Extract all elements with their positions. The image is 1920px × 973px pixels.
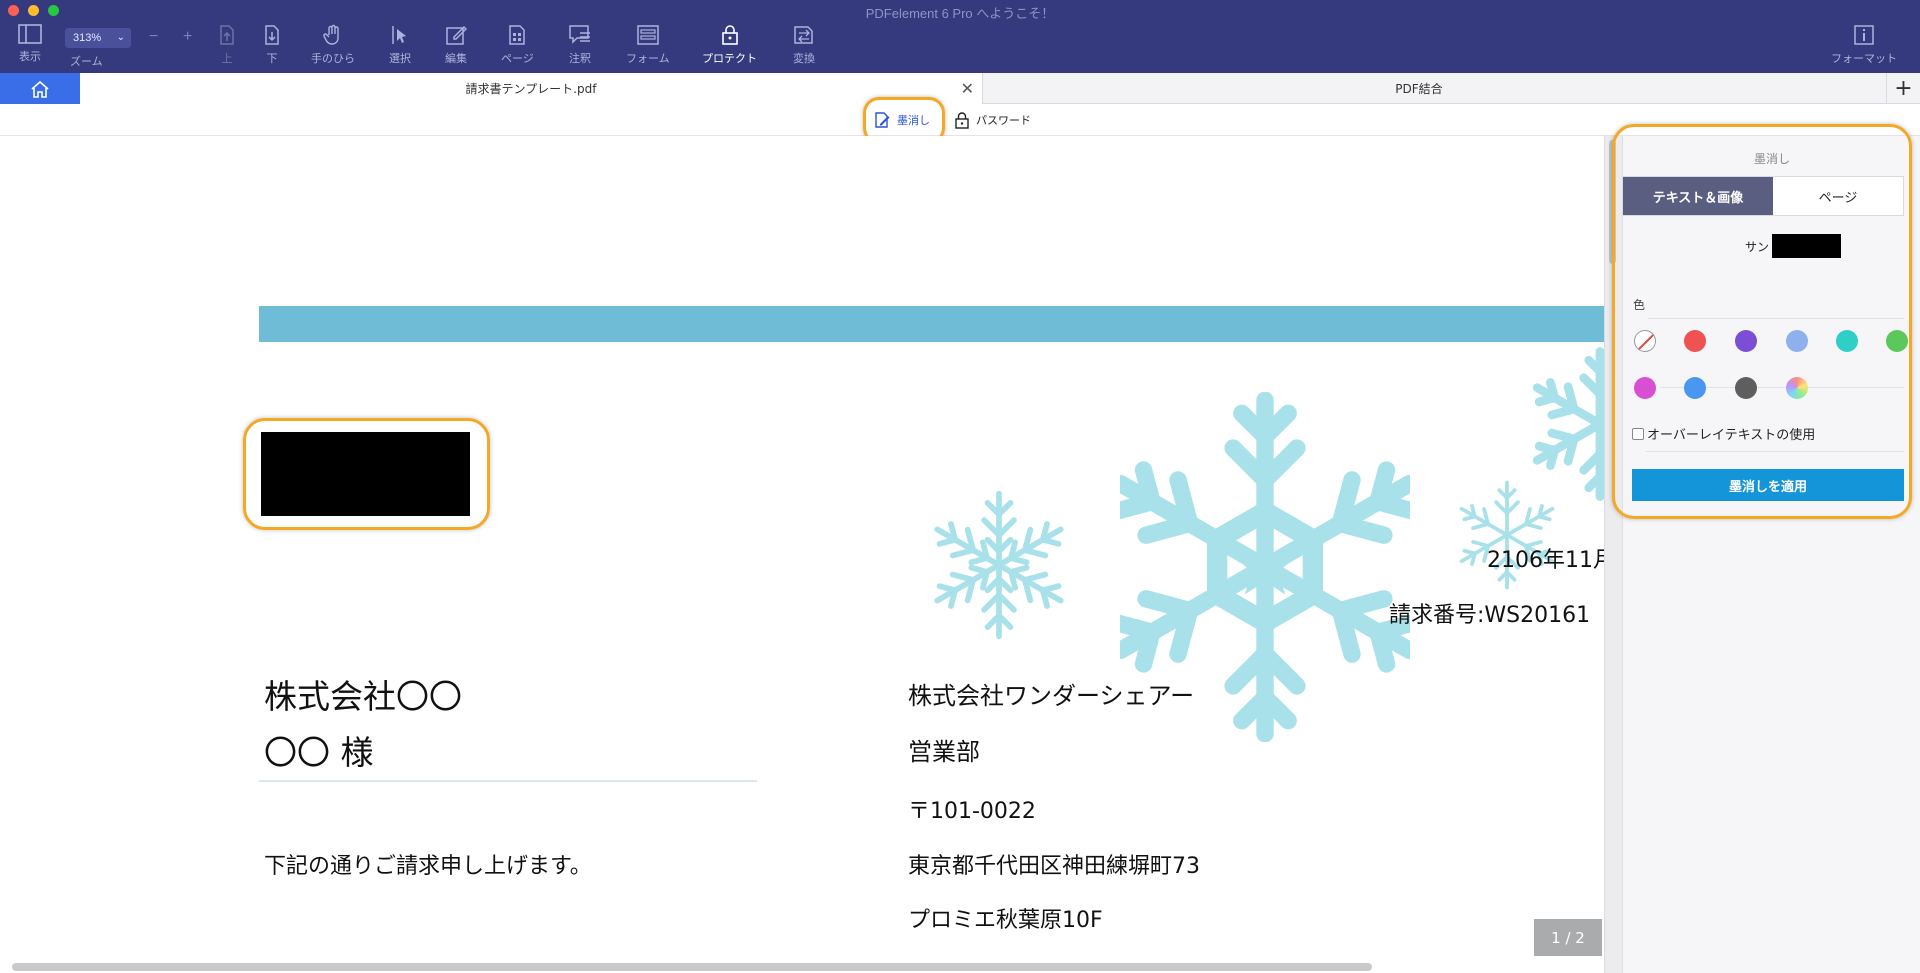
hand-label: 手のひら [311, 53, 355, 65]
zoom-value: 313% [73, 32, 102, 44]
convert-icon [794, 26, 813, 44]
sidebar-icon [18, 24, 42, 44]
protect-tool-button[interactable]: プロテクト [702, 24, 757, 70]
redaction-mark-highlight [243, 418, 490, 530]
next-page-label: 下 [266, 53, 278, 65]
protect-label: プロテクト [702, 53, 757, 65]
convert-label: 変換 [793, 53, 815, 65]
select-tool-button[interactable]: 選択 [389, 24, 411, 70]
sender-company: 株式会社ワンダーシェアー [908, 682, 1195, 710]
form-icon [637, 25, 659, 45]
tab-bar: 請求書テンプレート.pdf ✕ PDF結合 + [0, 73, 1920, 104]
window-title: PDFelement 6 Pro へようこそ！ [865, 6, 1055, 21]
horizontal-scrollbar[interactable] [12, 963, 1372, 971]
padlock-icon [955, 112, 969, 129]
sender-department: 営業部 [908, 738, 980, 766]
page-label: ページ [501, 53, 534, 65]
page-down-icon [265, 25, 279, 45]
home-icon [31, 80, 49, 98]
client-company: 株式会社〇〇 [264, 677, 462, 716]
comment-label: 注釈 [569, 53, 591, 65]
invoice-intro: 下記の通りご請求申し上げます。 [264, 854, 592, 879]
view-button[interactable]: 表示 [18, 24, 42, 70]
next-page-button[interactable]: 下 [261, 24, 283, 70]
home-tab[interactable] [0, 73, 80, 104]
form-tool-button[interactable]: フォーム [626, 24, 670, 70]
zoom-select[interactable]: 313% ⌄ [65, 28, 131, 48]
redact-panel-highlight [1612, 124, 1912, 519]
hand-tool-button[interactable]: 手のひら [311, 24, 355, 70]
zoom-out-button[interactable]: − [149, 28, 158, 46]
edit-label: 編集 [445, 53, 467, 65]
page-tool-button[interactable]: ページ [501, 24, 534, 70]
client-underline [259, 780, 757, 782]
sender-address: 東京都千代田区神田練塀町73 [908, 854, 1200, 879]
client-name: 〇〇 様 [264, 733, 374, 772]
comment-tool-button[interactable]: 注釈 [568, 24, 592, 70]
sender-building: プロミエ秋葉原10F [908, 908, 1103, 933]
tab-pdf-merge[interactable]: PDF結合 [983, 73, 1855, 104]
main-toolbar: PDFelement 6 Pro へようこそ！ 表示 313% ⌄ ズーム − … [0, 0, 1920, 73]
zoom-in-button[interactable]: + [183, 28, 192, 46]
password-label: パスワード [976, 114, 1031, 127]
tab-pdf-merge-label: PDF結合 [1395, 82, 1443, 96]
comment-icon [569, 25, 590, 44]
cursor-icon [392, 26, 406, 44]
add-tab-button[interactable]: + [1886, 73, 1920, 104]
sender-zip: 〒101-0022 [908, 799, 1036, 824]
password-button[interactable]: パスワード [954, 110, 1031, 130]
invoice-number: 請求番号:WS20161 [1389, 603, 1591, 628]
lock-icon [721, 25, 738, 45]
format-button[interactable]: フォーマット [1831, 24, 1897, 70]
format-label: フォーマット [1831, 53, 1897, 65]
close-icon[interactable]: ✕ [961, 79, 974, 98]
medium-snowflake-icon [930, 490, 1068, 644]
page-indicator: 1 / 2 [1534, 919, 1602, 956]
header-band [259, 306, 1604, 342]
invoice-date: 2106年11月 [1487, 548, 1604, 573]
page-icon [509, 25, 526, 45]
previous-page-button[interactable]: 上 [216, 24, 238, 70]
view-label: 表示 [19, 51, 41, 63]
tab-invoice-template-label: 請求書テンプレート.pdf [465, 82, 597, 96]
document-canvas[interactable]: 2106年11月 請求番号:WS20161 株式会社〇〇 〇〇 様 下記の通りご… [0, 136, 1604, 973]
hand-icon [323, 24, 339, 45]
tab-invoice-template[interactable]: 請求書テンプレート.pdf ✕ [80, 73, 983, 104]
zoom-label: ズーム [70, 56, 103, 68]
page-up-icon [220, 25, 234, 45]
info-icon [1854, 25, 1874, 45]
corner-snowflake-icon [1525, 347, 1604, 504]
select-label: 選択 [389, 53, 411, 65]
chevron-down-icon: ⌄ [116, 32, 125, 43]
convert-tool-button[interactable]: 変換 [792, 24, 816, 70]
edit-tool-button[interactable]: 編集 [445, 24, 467, 70]
edit-icon [446, 25, 467, 45]
form-label: フォーム [626, 53, 670, 65]
previous-page-label: 上 [221, 53, 233, 65]
